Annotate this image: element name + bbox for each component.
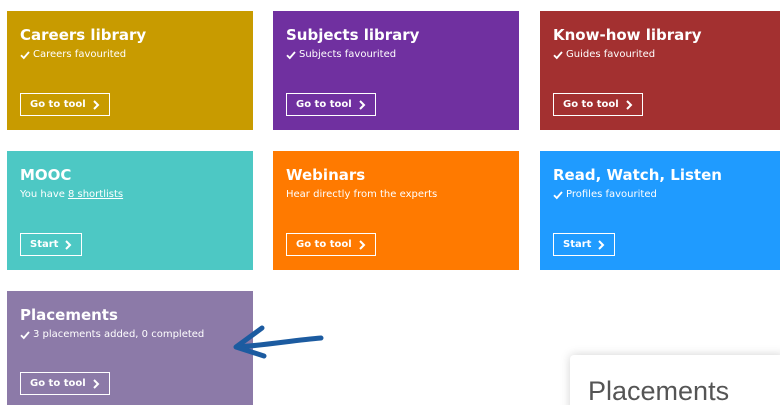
webinars-tile: Webinars Hear directly from the experts … [273,151,519,270]
check-icon [20,330,30,340]
tile-title: Webinars [286,166,366,184]
check-icon [553,50,563,60]
chevron-right-icon [64,239,72,250]
tile-title: Read, Watch, Listen [553,166,722,184]
placements-tile: Placements 3 placements added, 0 complet… [7,291,253,405]
tile-subtitle: You have 8 shortlists [20,189,123,200]
tile-subtitle-text: Profiles favourited [566,189,657,200]
check-icon [20,50,30,60]
tile-subtitle: 3 placements added, 0 completed [20,329,204,340]
check-icon [553,190,563,200]
start-button[interactable]: Start [553,233,616,256]
chevron-right-icon [358,99,366,110]
button-label: Go to tool [296,239,352,250]
chevron-right-icon [625,99,633,110]
button-label: Go to tool [296,99,352,110]
careers-library-tile: Careers library Careers favourited Go to… [7,11,253,130]
placements-popup-panel: Placements [570,355,780,405]
go-to-tool-button[interactable]: Go to tool [286,233,376,256]
tile-subtitle-text: Guides favourited [566,49,656,60]
chevron-right-icon [597,239,605,250]
tile-subtitle: Profiles favourited [553,189,657,200]
tile-title: Placements [20,306,118,324]
tile-subtitle-text: Hear directly from the experts [286,189,438,200]
subjects-library-tile: Subjects library Subjects favourited Go … [273,11,519,130]
tile-subtitle: Careers favourited [20,49,126,60]
button-label: Go to tool [30,378,86,389]
go-to-tool-button[interactable]: Go to tool [553,93,643,116]
tile-title: Careers library [20,26,147,44]
chevron-right-icon [92,378,100,389]
go-to-tool-button[interactable]: Go to tool [286,93,376,116]
check-icon [286,50,296,60]
chevron-right-icon [92,99,100,110]
tile-subtitle-text: 3 placements added, 0 completed [33,329,205,340]
popup-title: Placements [588,376,730,405]
tile-subtitle: Guides favourited [553,49,655,60]
start-button[interactable]: Start [20,233,83,256]
button-label: Start [30,239,59,250]
chevron-right-icon [358,239,366,250]
go-to-tool-button[interactable]: Go to tool [20,93,110,116]
tile-subtitle-text: You have [20,189,65,200]
tile-subtitle-text: Careers favourited [33,49,127,60]
tile-title: Subjects library [286,26,420,44]
tile-title: Know-how library [553,26,702,44]
know-how-library-tile: Know-how library Guides favourited Go to… [540,11,780,130]
shortlists-link[interactable]: 8 shortlists [68,189,123,200]
tile-subtitle-text: Subjects favourited [299,49,397,60]
tile-subtitle: Hear directly from the experts [286,189,437,200]
go-to-tool-button[interactable]: Go to tool [20,372,110,395]
button-label: Go to tool [563,99,619,110]
tile-title: MOOC [20,166,72,184]
button-label: Go to tool [30,99,86,110]
read-watch-listen-tile: Read, Watch, Listen Profiles favourited … [540,151,780,270]
mooc-tile: MOOC You have 8 shortlists Start [7,151,253,270]
button-label: Start [563,239,592,250]
annotation-arrow-icon [233,325,324,359]
tile-subtitle: Subjects favourited [286,49,396,60]
